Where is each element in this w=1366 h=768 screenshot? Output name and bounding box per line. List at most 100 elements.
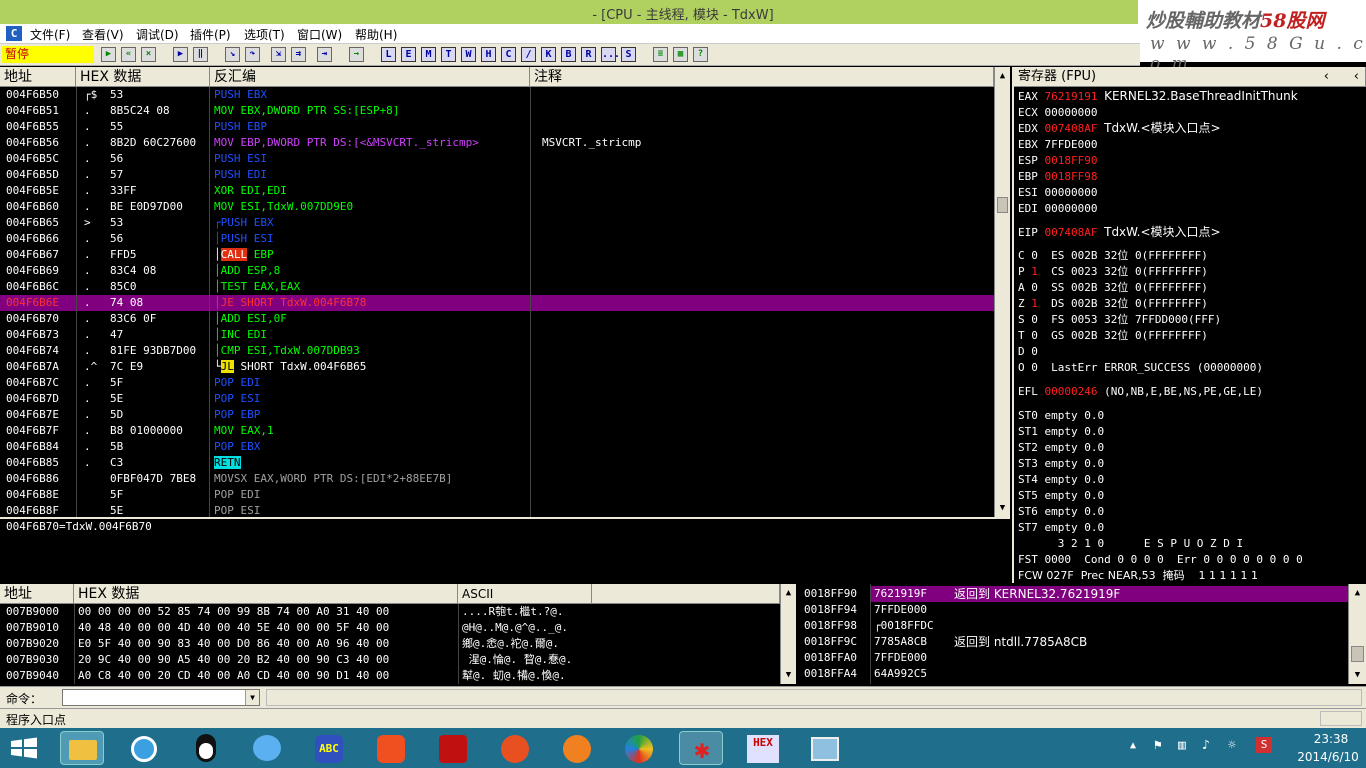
- disasm-row[interactable]: 004F6B67. FFD5 │CALL EBP: [0, 247, 994, 263]
- tb-modules-button[interactable]: E: [401, 47, 416, 62]
- stack-row[interactable]: 0018FF9C 7785A8CB 返回到 ntdll.7785A8CB: [798, 634, 1348, 650]
- hex-workshop-icon[interactable]: HEX: [741, 731, 785, 765]
- abc-app-icon[interactable]: ABC: [307, 731, 351, 765]
- disasm-row[interactable]: 004F6B6C. 85C0 │TEST EAX,EAX: [0, 279, 994, 295]
- close-icon[interactable]: ×: [141, 47, 156, 62]
- disasm-row[interactable]: 004F6B85. C3 RETN: [0, 455, 994, 471]
- flag-icon[interactable]: ⚑: [1154, 738, 1162, 753]
- register-row[interactable]: ECX 00000000: [1018, 104, 1104, 120]
- menu-plugins[interactable]: 插件(P): [190, 26, 231, 43]
- disasm-scrollbar[interactable]: ▲ ▼: [994, 67, 1010, 517]
- tb-cpu-button[interactable]: C: [501, 47, 516, 62]
- grid-icon[interactable]: ▦: [673, 47, 688, 62]
- disasm-row[interactable]: 004F6B50 ┌$ 53 PUSH EBX: [0, 87, 994, 103]
- swift-app-icon[interactable]: [369, 731, 413, 765]
- prev-view-icon[interactable]: ‹: [1324, 67, 1329, 87]
- fpu-st-row[interactable]: ST2 empty 0.0: [1018, 440, 1104, 456]
- col-header-comment[interactable]: 注释: [530, 67, 994, 87]
- trace-over-icon[interactable]: ⇉: [291, 47, 306, 62]
- flag-row[interactable]: P 1 CS 0023 32位 0(FFFFFFFF): [1018, 264, 1208, 280]
- disasm-row[interactable]: 004F6B51. 8B5C24 08 MOV EBX,DWORD PTR SS:[…: [0, 103, 994, 119]
- menu-file[interactable]: 文件(F): [30, 26, 70, 43]
- stack-scroll-thumb[interactable]: [1351, 646, 1364, 662]
- show-hidden-icons-icon[interactable]: ▲: [1130, 740, 1136, 751]
- tb-threads-button[interactable]: T: [441, 47, 456, 62]
- dump-scroll-down-icon[interactable]: ▼: [781, 668, 796, 682]
- dump-header-ascii[interactable]: ASCII: [458, 584, 592, 604]
- step-over-icon[interactable]: ↷: [245, 47, 260, 62]
- volume-icon[interactable]: ♪: [1202, 738, 1210, 753]
- disassembly-pane[interactable]: 地址 HEX 数据 反汇编 注释 004F6B50 ┌$ 53 PUSH EBX 004…: [0, 67, 1010, 517]
- remote-desktop-icon[interactable]: [803, 731, 847, 765]
- fpu-bits-row[interactable]: 3 2 1 0 E S P U O Z D I: [1018, 536, 1243, 552]
- disasm-row[interactable]: 004F6B8E 5F POP EDI: [0, 487, 994, 503]
- disasm-row[interactable]: 004F6B60. BE E0D97D00 MOV ESI,TdxW.007DD9E…: [0, 199, 994, 215]
- register-row[interactable]: EAX 76219191 KERNEL32.BaseThreadInitThun…: [1018, 88, 1298, 104]
- browser-app-icon[interactable]: [493, 731, 537, 765]
- explorer-icon[interactable]: [60, 731, 104, 765]
- fpu-st-row[interactable]: ST0 empty 0.0: [1018, 408, 1104, 424]
- fpu-st-row[interactable]: ST5 empty 0.0: [1018, 488, 1104, 504]
- disasm-row[interactable]: 004F6B5E. 33FF XOR EDI,EDI: [0, 183, 994, 199]
- disasm-row[interactable]: 004F6B5D. 57 PUSH EDI: [0, 167, 994, 183]
- stack-row[interactable]: 0018FF98 ┌0018FFDC: [798, 618, 1348, 634]
- baidu-cloud-icon[interactable]: [122, 731, 166, 765]
- col-header-hex[interactable]: HEX 数据: [76, 67, 210, 87]
- registers-pane[interactable]: 寄存器 (FPU) ‹ ‹ EAX 76219191 KERNEL32.Base…: [1012, 67, 1366, 583]
- stack-scroll-down-icon[interactable]: ▼: [1349, 668, 1366, 682]
- next-view-icon[interactable]: ‹: [1354, 67, 1359, 87]
- stack-row[interactable]: 0018FFA0 7FFDE000: [798, 650, 1348, 666]
- disasm-row[interactable]: 004F6B7F. B8 01000000 MOV EAX,1: [0, 423, 994, 439]
- tb-references-button[interactable]: R: [581, 47, 596, 62]
- disasm-row[interactable]: 004F6B56. 8B2D 60C27600 MOV EBP,DWORD PTR …: [0, 135, 994, 151]
- register-row[interactable]: EDX 007408AF TdxW.<模块入口点>: [1018, 120, 1221, 136]
- fpu-control-row[interactable]: FCW 027F Prec NEAR,53 掩码 1 1 1 1 1 1: [1018, 568, 1258, 584]
- register-row[interactable]: ESI 00000000: [1018, 184, 1104, 200]
- qq-icon[interactable]: [184, 731, 228, 765]
- dump-scroll-up-icon[interactable]: ▲: [781, 586, 796, 600]
- disasm-row[interactable]: 004F6B7D. 5E POP ESI: [0, 391, 994, 407]
- open-icon[interactable]: ▶: [101, 47, 116, 62]
- 360-browser-icon[interactable]: [617, 731, 661, 765]
- flag-row[interactable]: S 0 FS 0053 32位 7FFDD000(FFF): [1018, 312, 1221, 328]
- dump-row[interactable]: 007B9020 E0 5F 40 00 90 83 40 00 D0 86 40…: [0, 636, 780, 652]
- flag-row[interactable]: D 0: [1018, 344, 1051, 360]
- pause-icon[interactable]: ‖: [193, 47, 208, 62]
- register-row[interactable]: EBX 7FFDE000: [1018, 136, 1104, 152]
- stack-row[interactable]: 0018FFA4 64A992C5: [798, 666, 1348, 682]
- fpu-st-row[interactable]: ST1 empty 0.0: [1018, 424, 1104, 440]
- disasm-row[interactable]: 004F6B7E. 5D POP EBP: [0, 407, 994, 423]
- chat-bubble-icon[interactable]: [245, 731, 289, 765]
- trace-into-icon[interactable]: ⇲: [271, 47, 286, 62]
- stack-scroll-up-icon[interactable]: ▲: [1349, 586, 1366, 600]
- tb-windows-button[interactable]: W: [461, 47, 476, 62]
- menu-view[interactable]: 查看(V): [82, 26, 124, 43]
- col-header-disasm[interactable]: 反汇编: [210, 67, 530, 87]
- disasm-row[interactable]: 004F6B55. 55 PUSH EBP: [0, 119, 994, 135]
- dump-row[interactable]: 007B9000 00 00 00 00 52 85 74 00 99 8B 74…: [0, 604, 780, 620]
- dump-header-hex[interactable]: HEX 数据: [74, 584, 458, 604]
- tb-patches-button[interactable]: /: [521, 47, 536, 62]
- menu-options[interactable]: 选项(T): [244, 26, 285, 43]
- dump-row[interactable]: 007B9010 40 48 40 00 00 4D 40 00 40 5E 40…: [0, 620, 780, 636]
- fpu-st-row[interactable]: ST6 empty 0.0: [1018, 504, 1104, 520]
- stack-pane[interactable]: 0018FF90 7621919F 返回到 KERNEL32.7621919F 001…: [798, 584, 1366, 684]
- stack-scrollbar[interactable]: ▲ ▼: [1348, 584, 1366, 684]
- register-row[interactable]: EDI 00000000: [1018, 200, 1104, 216]
- stock-app-icon[interactable]: [431, 731, 475, 765]
- bull-app-icon[interactable]: [555, 731, 599, 765]
- flag-row[interactable]: Z 1 DS 002B 32位 0(FFFFFFFF): [1018, 296, 1208, 312]
- menu-help[interactable]: 帮助(H): [355, 26, 397, 43]
- ollydbg-icon[interactable]: ✱: [679, 731, 723, 765]
- col-header-address[interactable]: 地址: [0, 67, 76, 87]
- disasm-row[interactable]: 004F6B7C. 5F POP EDI: [0, 375, 994, 391]
- eip-row[interactable]: EIP 007408AF TdxW.<模块入口点>: [1018, 224, 1221, 240]
- fpu-st-row[interactable]: ST7 empty 0.0: [1018, 520, 1104, 536]
- scroll-down-icon[interactable]: ▼: [995, 501, 1010, 515]
- disasm-row[interactable]: 004F6B73. 47 │INC EDI: [0, 327, 994, 343]
- flag-row[interactable]: O 0 LastErr ERROR_SUCCESS (00000000): [1018, 360, 1263, 376]
- network-icon[interactable]: ▥: [1178, 738, 1186, 753]
- flag-row[interactable]: A 0 SS 002B 32位 0(FFFFFFFF): [1018, 280, 1208, 296]
- stack-row[interactable]: 0018FF94 7FFDE000: [798, 602, 1348, 618]
- disasm-row[interactable]: 004F6B84. 5B POP EBX: [0, 439, 994, 455]
